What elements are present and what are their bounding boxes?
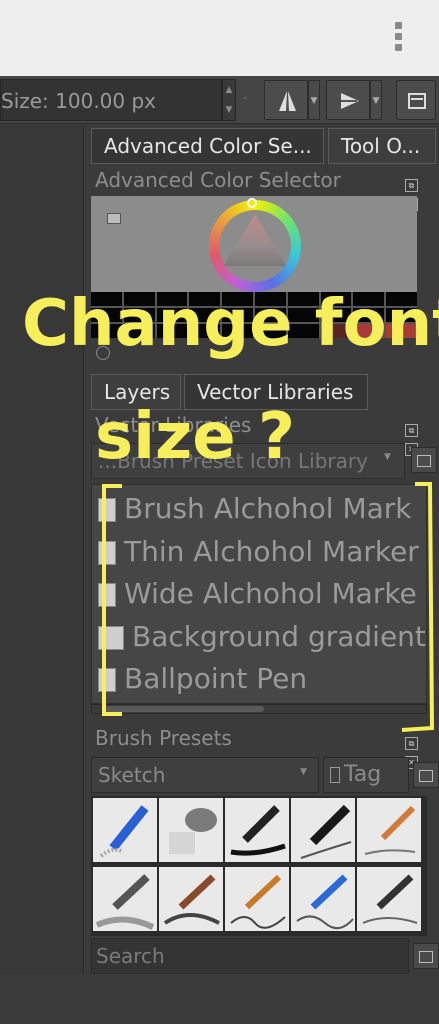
docker-float-close-icons[interactable]: ⧉✕ bbox=[405, 173, 433, 211]
color-settings-icon[interactable] bbox=[107, 213, 121, 224]
tag-button[interactable]: Tag bbox=[323, 757, 409, 793]
brush-preset-thumbnail[interactable] bbox=[225, 798, 289, 862]
brush-presets-title: Brush Presets bbox=[95, 726, 232, 750]
brush-thumbnail-icon bbox=[98, 626, 124, 650]
horizontal-scrollbar[interactable] bbox=[91, 704, 427, 714]
list-item[interactable]: Background gradient bbox=[98, 617, 426, 657]
brush-preset-thumbnail[interactable] bbox=[357, 798, 421, 862]
mirror-vertical-dropdown[interactable]: ▼ bbox=[370, 80, 382, 120]
mirror-horizontal-dropdown[interactable]: ▼ bbox=[308, 80, 320, 120]
save-icon[interactable] bbox=[413, 943, 439, 969]
vertical-scrollbar[interactable] bbox=[427, 796, 437, 936]
brush-thumbnail-icon bbox=[98, 668, 116, 692]
color-selector-title: Advanced Color Selector bbox=[95, 168, 341, 192]
tab-layers[interactable]: Layers bbox=[91, 374, 181, 410]
tab-tool-options[interactable]: Tool O... bbox=[328, 128, 436, 164]
overflow-menu-icon[interactable] bbox=[395, 22, 405, 54]
vector-library-select[interactable]: ...Brush Preset Icon Library bbox=[91, 443, 405, 479]
brush-preset-thumbnail[interactable] bbox=[225, 867, 289, 931]
tab-vector-libraries[interactable]: Vector Libraries bbox=[184, 374, 368, 410]
list-item[interactable]: Wide Alchohol Marke bbox=[98, 574, 417, 614]
brush-tag-select[interactable]: Sketch bbox=[91, 757, 319, 793]
mirror-horizontal-button[interactable] bbox=[264, 80, 308, 120]
workspace-icon bbox=[408, 93, 426, 109]
brush-preset-thumbnail[interactable] bbox=[93, 867, 157, 931]
mirror-vertical-button[interactable] bbox=[326, 80, 370, 120]
brush-preset-thumbnail[interactable] bbox=[291, 867, 355, 931]
search-input[interactable]: Search bbox=[91, 938, 409, 974]
brush-preset-thumbnail[interactable] bbox=[159, 798, 223, 862]
list-item[interactable]: Ballpoint Pen bbox=[98, 659, 307, 699]
brush-thumbnail-icon bbox=[98, 583, 116, 607]
color-history-swatches[interactable] bbox=[91, 292, 417, 338]
brush-thumbnail-icon bbox=[98, 498, 116, 522]
top-bar bbox=[0, 0, 439, 76]
mirror-vertical-icon bbox=[341, 93, 359, 109]
docker-float-close-icons[interactable]: ⧉✕ bbox=[405, 731, 433, 769]
vector-library-list[interactable]: Brush Alchohol Mark Thin Alchohol Marker… bbox=[91, 484, 427, 704]
tag-icon bbox=[330, 767, 340, 783]
brush-preset-thumbnail[interactable] bbox=[357, 867, 421, 931]
brush-size-field[interactable]: Size: 100.00 px bbox=[0, 79, 222, 121]
mirror-horizontal-icon bbox=[279, 91, 296, 111]
library-menu-button[interactable] bbox=[411, 447, 437, 473]
canvas-area[interactable] bbox=[0, 125, 84, 975]
hue-handle[interactable] bbox=[247, 198, 257, 208]
chevron-down-icon: ▼ bbox=[384, 452, 391, 462]
presets-menu-button[interactable] bbox=[413, 762, 439, 788]
brush-preset-thumbnail[interactable] bbox=[159, 867, 223, 931]
size-dropdown-icon[interactable]: - bbox=[238, 79, 252, 121]
brush-preset-grid[interactable] bbox=[91, 796, 427, 936]
list-item[interactable]: Thin Alchohol Marker bbox=[98, 532, 419, 572]
workspace-button[interactable] bbox=[396, 80, 436, 120]
tab-advanced-color-selector[interactable]: Advanced Color Se... bbox=[91, 128, 324, 164]
brush-preset-thumbnail[interactable] bbox=[93, 798, 157, 862]
size-spin-arrows[interactable]: ▲ ▼ bbox=[222, 79, 236, 121]
brush-thumbnail-icon bbox=[98, 541, 116, 565]
refresh-icon[interactable] bbox=[96, 346, 110, 360]
chevron-down-icon: ▼ bbox=[300, 767, 307, 777]
brush-preset-thumbnail[interactable] bbox=[291, 798, 355, 862]
docker-float-close-icons[interactable]: ⧉✕ bbox=[405, 418, 433, 456]
vector-libraries-title: Vector Libraries bbox=[95, 413, 252, 437]
list-item[interactable]: Brush Alchohol Mark bbox=[98, 489, 412, 529]
